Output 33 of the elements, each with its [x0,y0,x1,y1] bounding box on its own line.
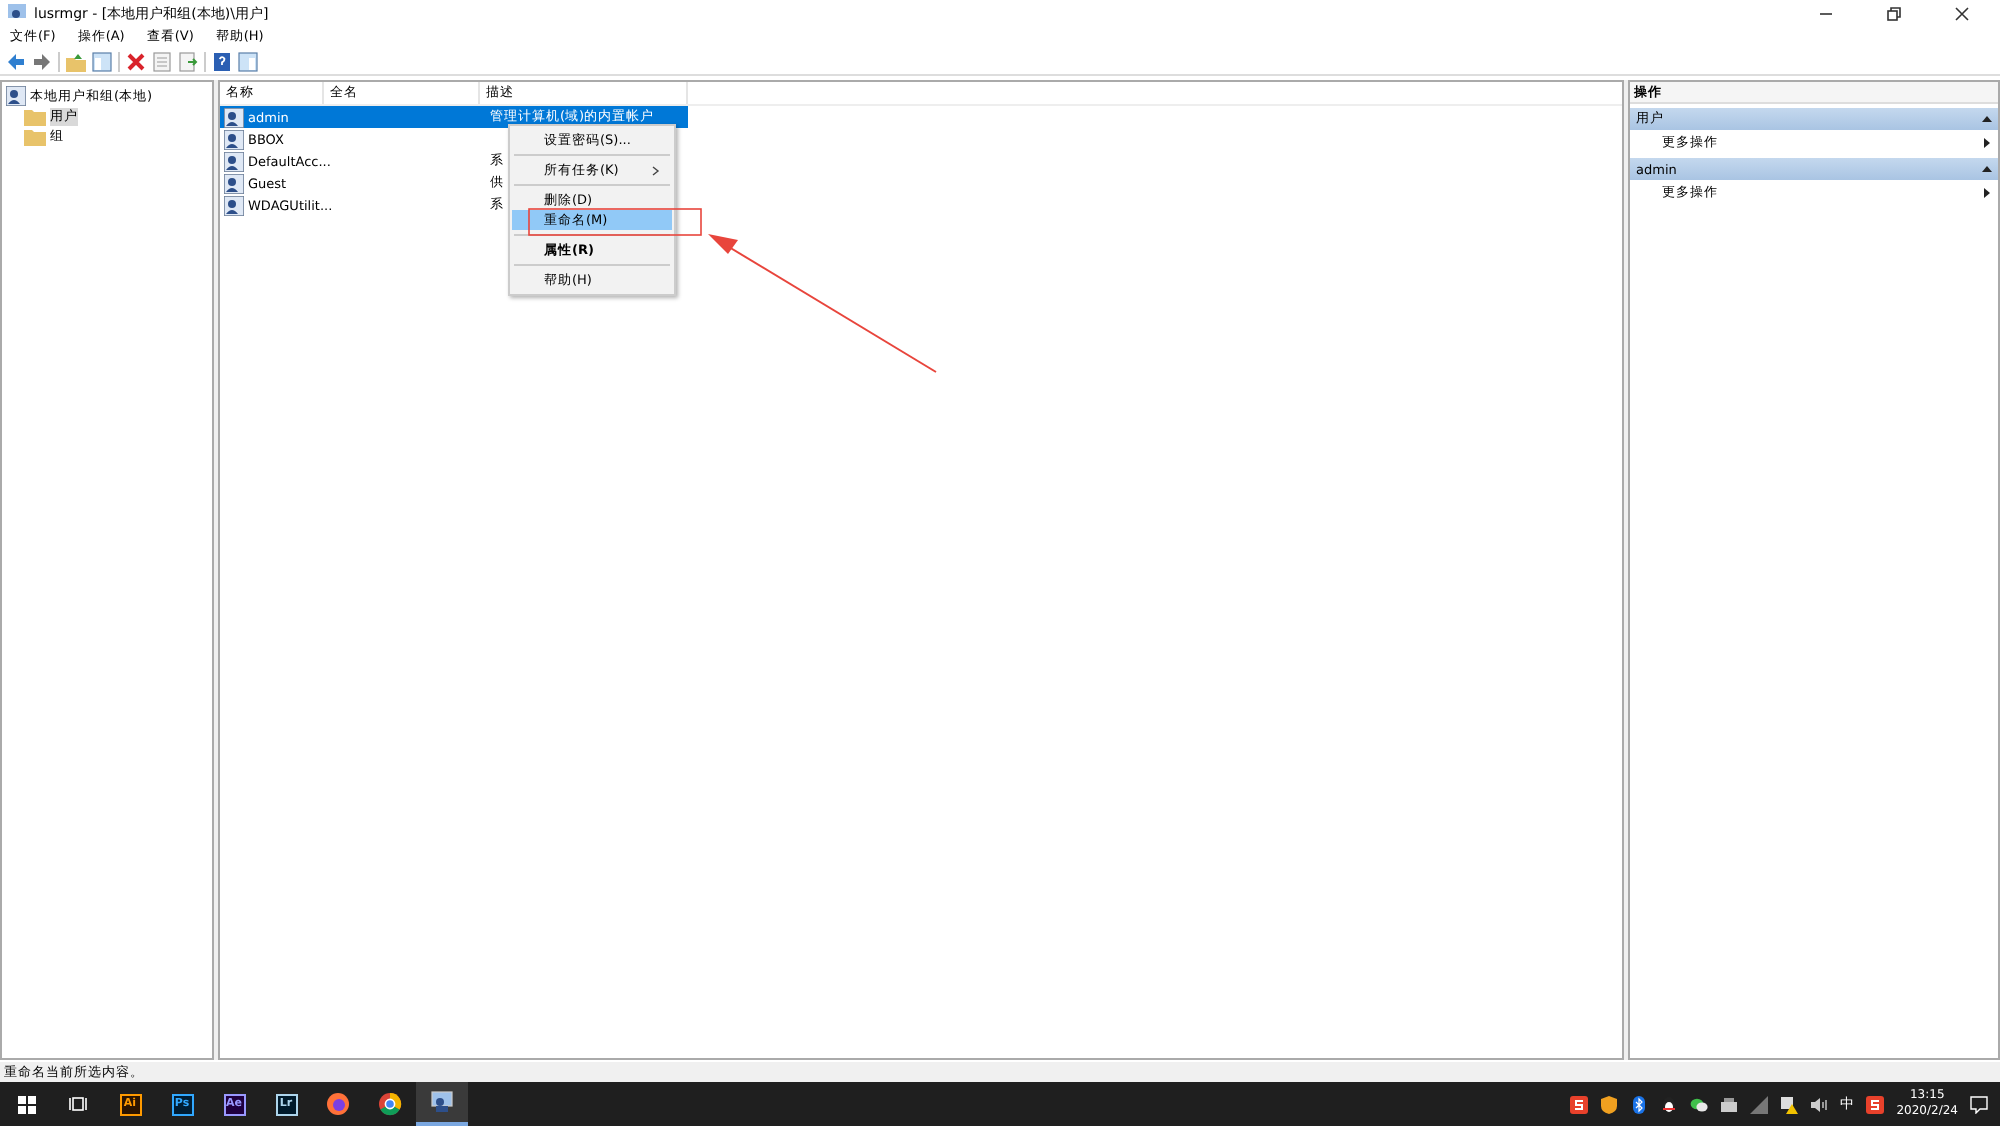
sogou-icon[interactable] [1866,1095,1885,1113]
submenu-arrow-icon [1984,187,1990,197]
help-icon[interactable] [212,51,232,71]
submenu-arrow-icon [1984,137,1990,147]
forward-icon[interactable] [32,51,52,71]
shield-icon[interactable] [1600,1095,1619,1113]
user-icon [224,151,244,171]
folder-icon [24,127,46,145]
collapse-icon [1982,116,1992,122]
back-icon[interactable] [6,51,26,71]
notification-icon[interactable] [1970,1095,1988,1113]
bluetooth-icon[interactable] [1630,1095,1649,1113]
folder-icon [24,107,46,125]
task-view-icon[interactable] [68,1096,88,1112]
security-icon[interactable] [1780,1095,1799,1113]
app-icon [8,4,26,22]
user-icon [224,129,244,149]
chrome-icon[interactable] [378,1092,402,1116]
user-icon [224,195,244,215]
chat-icon[interactable] [1690,1095,1709,1113]
folder-up-icon[interactable] [66,51,86,71]
sogou-icon[interactable] [1570,1095,1589,1113]
export-icon[interactable] [178,51,198,71]
collapse-icon [1982,166,1992,172]
start-icon[interactable] [17,1095,35,1113]
speaker-icon[interactable] [1810,1095,1829,1113]
user-icon [224,107,244,127]
delete-icon[interactable] [126,51,146,71]
wifi-icon[interactable] [1750,1095,1769,1113]
user-icon [6,86,26,106]
firefox-icon[interactable] [326,1092,350,1116]
user-icon [224,173,244,193]
computer-users-icon[interactable] [430,1090,454,1114]
